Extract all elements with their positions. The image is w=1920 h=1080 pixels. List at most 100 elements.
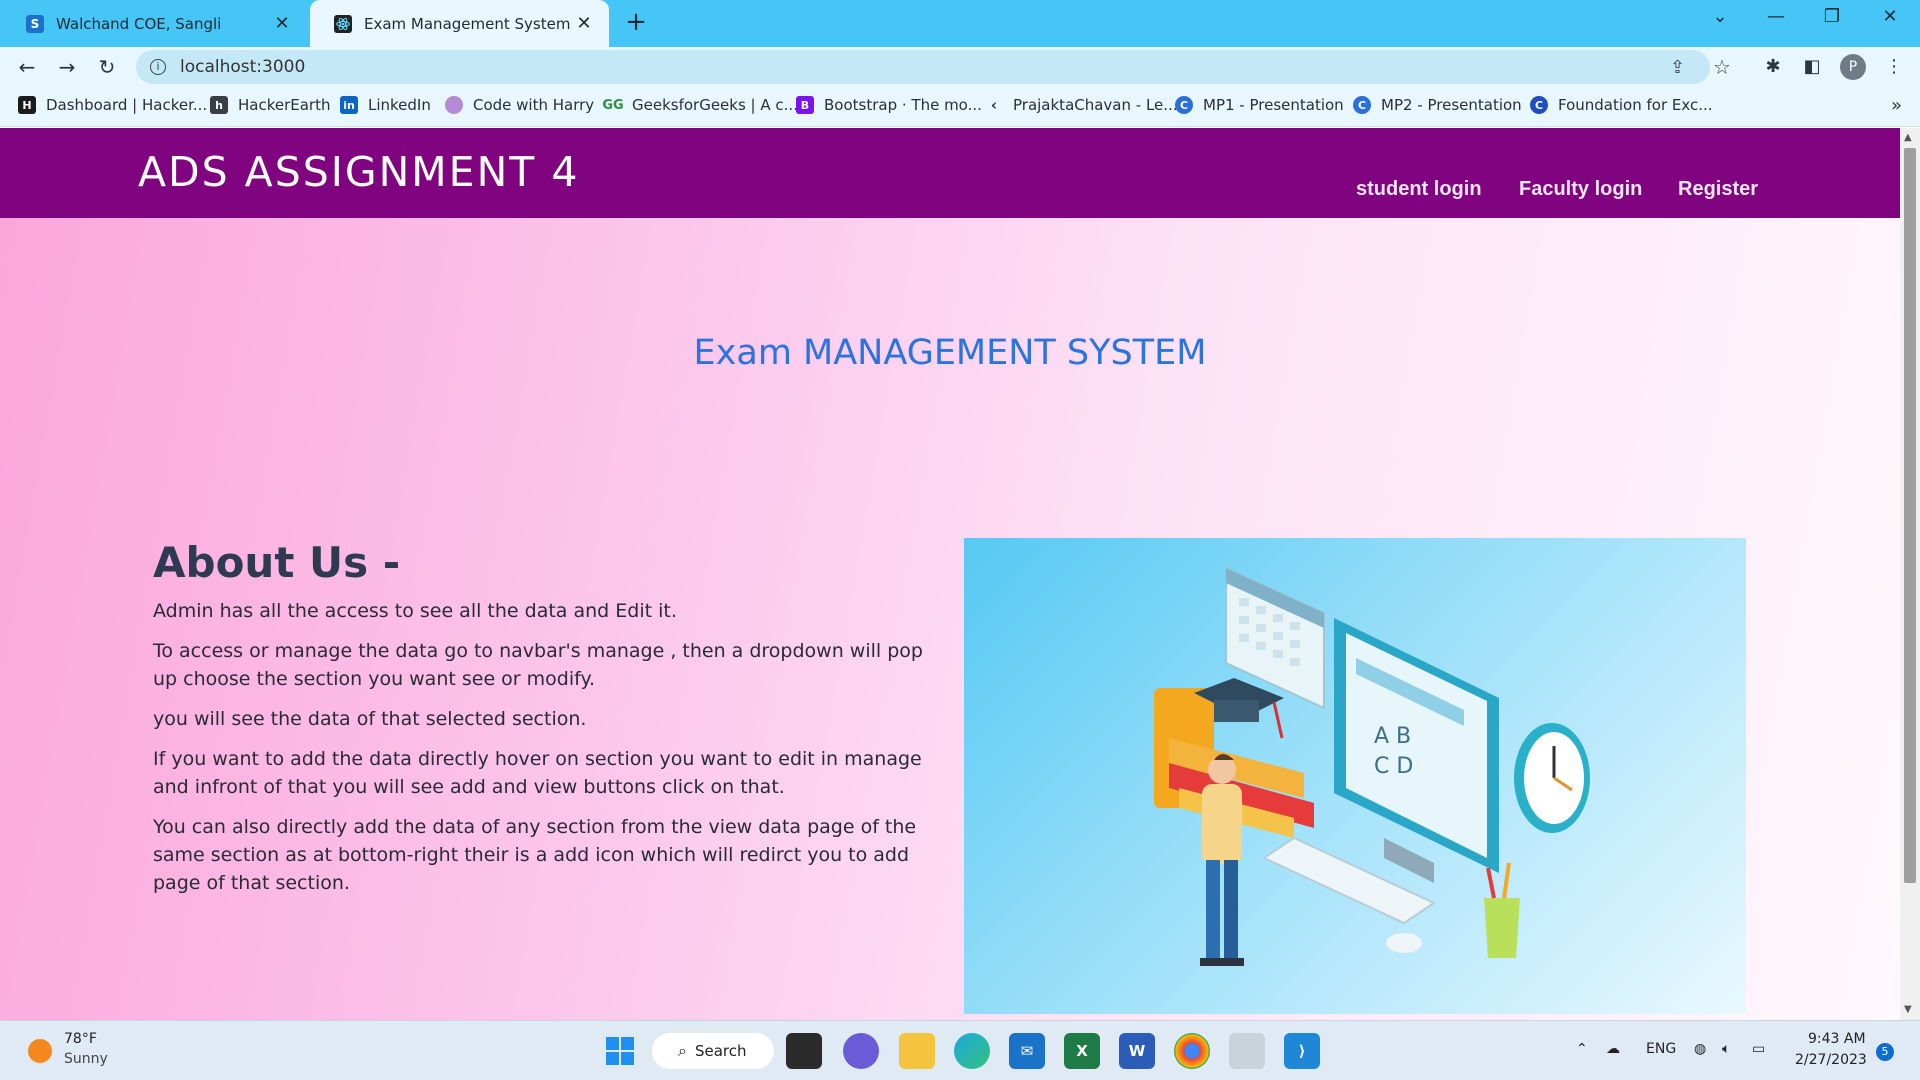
monitor-icon: A B C D — [1334, 618, 1499, 883]
geeksforgeeks-icon: GG — [602, 97, 624, 113]
bookmark-label: Bootstrap · The mo... — [824, 96, 982, 114]
language-indicator[interactable]: ENG — [1646, 1041, 1676, 1057]
taskbar-search[interactable]: ⌕ Search — [652, 1033, 774, 1069]
bookmark-foundation[interactable]: C Foundation for Exc... — [1530, 96, 1713, 114]
word-icon[interactable]: W — [1119, 1033, 1155, 1069]
site-brand[interactable]: ADS ASSIGNMENT 4 — [138, 148, 579, 196]
bookmark-prajaktachavan[interactable]: ‹ PrajaktaChavan - Le... — [985, 96, 1178, 114]
weather-temperature[interactable]: 78°F — [64, 1031, 97, 1047]
bookmark-hackerrank[interactable]: H Dashboard | Hacker... — [18, 96, 207, 114]
vscode-icon[interactable]: ⟩ — [1284, 1033, 1320, 1069]
restore-button[interactable]: ❐ — [1812, 6, 1852, 27]
bookmark-label: Code with Harry — [473, 96, 595, 114]
file-explorer-icon[interactable] — [899, 1033, 935, 1069]
nav-student-login[interactable]: student login — [1356, 178, 1482, 201]
url-text: localhost:3000 — [180, 57, 306, 77]
windows-taskbar: 78°F Sunny ⌕ Search ✉ X W ⟩ ⌃ ☁ ENG ◍ 🔈︎… — [0, 1020, 1920, 1080]
foundation-icon: C — [1530, 96, 1548, 114]
weather-description[interactable]: Sunny — [64, 1051, 108, 1067]
tab-exam-management[interactable]: Exam Management System ✕ — [310, 0, 609, 47]
bootstrap-icon: B — [796, 96, 814, 114]
bookmark-linkedin[interactable]: in LinkedIn — [340, 96, 431, 114]
page-scrollbar[interactable]: ▲ ▼ — [1900, 128, 1920, 1020]
bookmark-bootstrap[interactable]: B Bootstrap · The mo... — [796, 96, 982, 114]
svg-text:A B: A B — [1374, 724, 1411, 749]
canva-icon: C — [1353, 96, 1371, 114]
close-icon[interactable]: ✕ — [271, 13, 293, 34]
about-heading: About Us - — [153, 538, 401, 587]
window-close-button[interactable]: ✕ — [1870, 6, 1910, 27]
task-view-icon[interactable] — [786, 1033, 822, 1069]
share-icon[interactable]: ⇪ — [1670, 57, 1685, 78]
bookmark-label: PrajaktaChavan - Le... — [1013, 96, 1178, 114]
storage-app-icon[interactable] — [1229, 1033, 1265, 1069]
clock-icon — [1514, 723, 1590, 833]
about-section: About Us - Admin has all the access to s… — [153, 538, 933, 909]
forward-arrow-icon[interactable]: → — [53, 53, 81, 81]
back-arrow-icon[interactable]: ← — [13, 53, 41, 81]
clock-date[interactable]: 2/27/2023 — [1795, 1052, 1867, 1068]
exam-illustration-art: A B C D — [1154, 566, 1590, 966]
search-icon: ⌕ — [678, 1041, 687, 1060]
site-info-icon[interactable]: i — [150, 59, 166, 75]
side-panel-icon[interactable]: ◧ — [1798, 53, 1826, 81]
show-hidden-icons-icon[interactable]: ⌃ — [1576, 1041, 1588, 1057]
network-globe-icon[interactable]: ◍ — [1694, 1041, 1706, 1057]
menu-kebab-icon[interactable]: ⋮ — [1880, 53, 1908, 81]
exam-illustration: A B C D — [964, 538, 1746, 1014]
scroll-up-arrow-icon[interactable]: ▲ — [1904, 132, 1912, 143]
linkedin-icon: in — [340, 96, 358, 114]
hackerearth-icon: h — [210, 96, 228, 114]
nav-register[interactable]: Register — [1678, 178, 1758, 201]
excel-icon[interactable]: X — [1064, 1033, 1100, 1069]
tab-walchand[interactable]: S Walchand COE, Sangli ✕ — [2, 0, 307, 47]
bookmark-geeksforgeeks[interactable]: GG GeeksforGeeks | A c... — [602, 96, 798, 114]
new-tab-button[interactable]: + — [622, 8, 650, 36]
onedrive-cloud-icon[interactable]: ☁ — [1606, 1041, 1620, 1057]
bookmark-mp1[interactable]: C MP1 - Presentation — [1175, 96, 1344, 114]
about-paragraph: To access or manage the data go to navba… — [153, 640, 923, 690]
search-label: Search — [694, 1042, 747, 1060]
leetcode-icon: ‹ — [990, 96, 998, 114]
svg-text:C D: C D — [1374, 754, 1413, 779]
tab-search-chevron-icon[interactable]: ⌄ — [1700, 6, 1740, 27]
edge-browser-icon[interactable] — [954, 1033, 990, 1069]
browser-toolbar: ← → ↻ i localhost:3000 ⇪ ☆ ✱ ◧ P ⋮ — [0, 47, 1920, 87]
bookmark-star-icon[interactable]: ☆ — [1713, 55, 1731, 79]
chrome-icon[interactable] — [1174, 1033, 1210, 1069]
volume-icon[interactable]: 🔈︎ — [1722, 1041, 1730, 1057]
windows-start-icon[interactable] — [602, 1033, 638, 1069]
pencil-cup-icon — [1484, 862, 1520, 958]
page-title: Exam MANAGEMENT SYSTEM — [693, 333, 1207, 373]
mail-icon[interactable]: ✉ — [1009, 1033, 1045, 1069]
teams-chat-icon[interactable] — [843, 1033, 879, 1069]
extensions-icon[interactable]: ✱ — [1759, 53, 1787, 81]
student-figure-icon — [1200, 754, 1244, 966]
bookmark-label: HackerEarth — [238, 96, 331, 114]
more-bookmarks-icon[interactable]: » — [1891, 95, 1902, 116]
bookmark-codewithharry[interactable]: Code with Harry — [445, 96, 594, 114]
sun-weather-icon[interactable] — [28, 1039, 52, 1063]
notification-badge[interactable]: 5 — [1876, 1043, 1894, 1061]
bookmark-hackerearth[interactable]: h HackerEarth — [210, 96, 331, 114]
about-paragraph: Admin has all the access to see all the … — [153, 600, 677, 622]
minimize-button[interactable]: — — [1756, 6, 1796, 27]
reload-icon[interactable]: ↻ — [93, 53, 121, 81]
bookmark-label: MP2 - Presentation — [1381, 96, 1522, 114]
profile-avatar[interactable]: P — [1840, 54, 1866, 80]
bookmark-mp2[interactable]: C MP2 - Presentation — [1353, 96, 1522, 114]
tab-title: Exam Management System — [364, 14, 571, 33]
scroll-down-arrow-icon[interactable]: ▼ — [1904, 1004, 1912, 1015]
tab-strip: S Walchand COE, Sangli ✕ Exam Management… — [0, 0, 1920, 47]
about-paragraph: You can also directly add the data of an… — [153, 816, 917, 894]
battery-icon[interactable]: ▭ — [1752, 1041, 1765, 1057]
close-icon[interactable]: ✕ — [573, 13, 595, 34]
address-bar[interactable]: i localhost:3000 — [136, 50, 1710, 84]
bookmark-label: LinkedIn — [368, 96, 431, 114]
clock-time[interactable]: 9:43 AM — [1808, 1031, 1866, 1047]
bookmark-label: Foundation for Exc... — [1558, 96, 1713, 114]
nav-faculty-login[interactable]: Faculty login — [1519, 178, 1642, 201]
site-navbar: ADS ASSIGNMENT 4 student login Faculty l… — [0, 128, 1900, 218]
hackerrank-icon: H — [18, 96, 36, 114]
scrollbar-thumb[interactable] — [1904, 148, 1916, 883]
